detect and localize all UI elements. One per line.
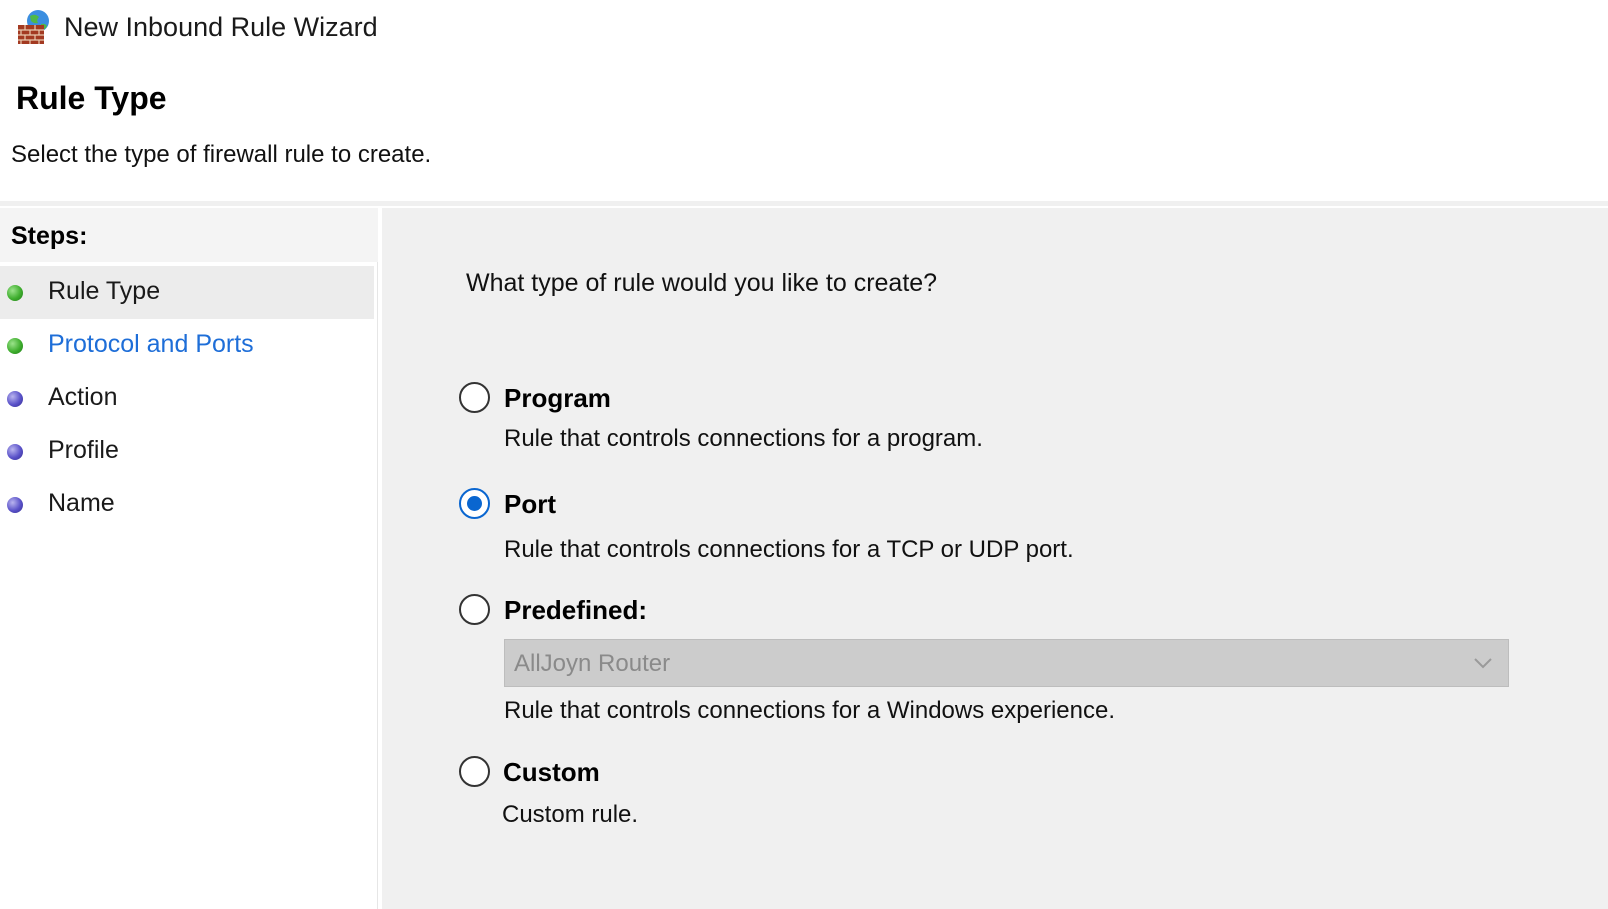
rule-type-panel: What type of rule would you like to crea… [382,208,1608,909]
program-label[interactable]: Program [504,383,611,414]
step-complete-dot-icon [7,285,23,301]
custom-label[interactable]: Custom [503,757,600,788]
step-label: Action [48,383,118,411]
page-title: Rule Type [16,80,167,116]
step-label: Profile [48,436,119,464]
step-label: Name [48,489,115,517]
step-pending-dot-icon [7,391,23,407]
predefined-rule-select[interactable]: AllJoyn Router [504,639,1509,687]
predefined-radio[interactable] [459,594,490,625]
port-radio[interactable] [459,488,490,519]
custom-description: Custom rule. [502,801,639,828]
step-label: Protocol and Ports [48,330,254,358]
step-rule-type[interactable]: Rule Type [0,266,374,319]
program-radio[interactable] [459,382,490,413]
title-bar: New Inbound Rule Wizard [0,0,1608,60]
custom-radio[interactable] [459,756,490,787]
program-description: Rule that controls connections for a pro… [504,425,983,452]
window-title: New Inbound Rule Wizard [64,12,378,42]
firewall-globe-icon [18,10,49,44]
port-description: Rule that controls connections for a TCP… [504,536,1074,563]
step-pending-dot-icon [7,444,23,460]
steps-panel: Steps: Rule Type Protocol and Ports Acti… [0,208,378,909]
header-divider [0,201,1608,206]
predefined-select-value: AllJoyn Router [514,650,671,677]
step-label: Rule Type [48,277,161,305]
rule-type-question: What type of rule would you like to crea… [466,269,938,297]
page-subtitle: Select the type of firewall rule to crea… [11,141,432,168]
step-profile[interactable]: Profile [0,425,374,478]
wizard-window: New Inbound Rule Wizard Rule Type Select… [0,0,1608,909]
step-complete-dot-icon [7,338,23,354]
steps-header: Steps: [0,208,378,262]
chevron-down-icon [1474,658,1492,669]
predefined-description: Rule that controls connections for a Win… [504,697,1115,724]
steps-heading: Steps: [11,222,88,250]
predefined-label[interactable]: Predefined: [504,595,647,626]
step-protocol-and-ports[interactable]: Protocol and Ports [0,319,374,372]
port-label[interactable]: Port [504,489,556,520]
step-name[interactable]: Name [0,478,374,531]
step-action[interactable]: Action [0,372,374,425]
step-pending-dot-icon [7,497,23,513]
